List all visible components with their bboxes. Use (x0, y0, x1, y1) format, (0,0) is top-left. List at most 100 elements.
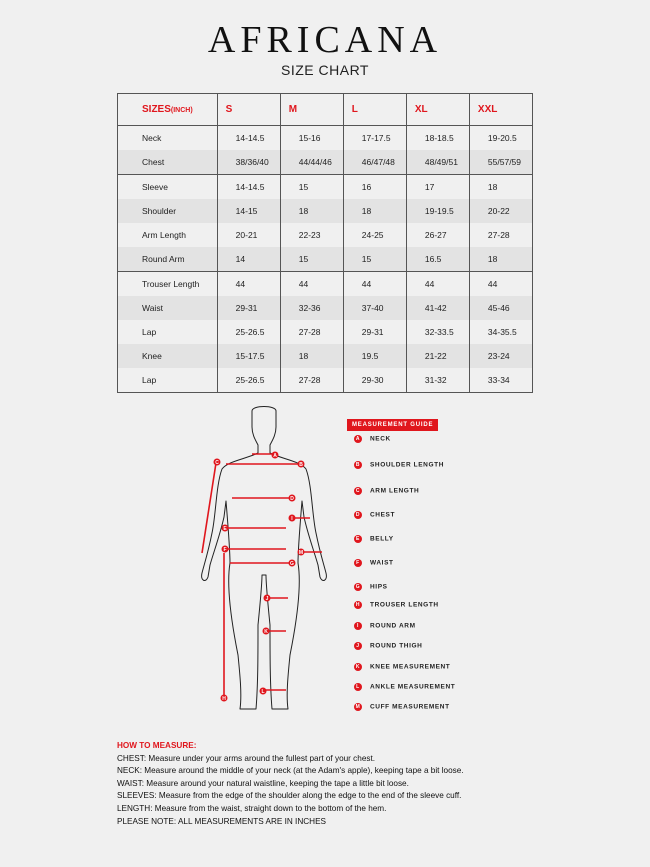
size-row: Knee 15-17.5 18 19.5 21-22 23-24 (117, 344, 534, 368)
size-value: 29-30 (342, 368, 407, 393)
size-value: 23-24 (468, 344, 534, 368)
guide-marker: A (354, 435, 362, 443)
guide-marker: H (354, 601, 362, 609)
guide-item: G HIPS (354, 583, 388, 591)
howto-line: WAIST: Measure around your natural waist… (117, 778, 409, 788)
guide-item: D CHEST (354, 511, 395, 519)
marker-letter: M (299, 550, 303, 556)
guide-item: I ROUND ARM (354, 622, 416, 630)
guide-marker: J (354, 642, 362, 650)
size-row: Trouser Length 44 44 44 44 44 (117, 271, 534, 296)
size-value: 14 (216, 247, 281, 272)
guide-label: ROUND THIGH (370, 642, 423, 650)
guide-marker: C (354, 487, 362, 495)
body-diagram: ABCDEFGHIJKLM (201, 406, 327, 710)
size-header: S (216, 93, 281, 126)
guide-item: C ARM LENGTH (354, 487, 419, 495)
brand-logo: AFRICANA (207, 19, 443, 61)
measurement-label: Chest (117, 150, 218, 175)
guide-label: KNEE MEASUREMENT (370, 663, 451, 671)
size-header: M (279, 93, 344, 126)
measure-markers: ABCDEFGHIJKLM (213, 451, 305, 702)
size-value: 55/57/59 (468, 150, 534, 175)
measurement-label: Knee (117, 344, 218, 368)
measurement-label: Arm Length (117, 223, 218, 247)
guide-item: A NECK (354, 435, 391, 443)
guide-item: M CUFF MEASUREMENT (354, 703, 450, 711)
size-value: 32-36 (279, 296, 344, 320)
marker-letter: H (222, 696, 226, 702)
size-value: 29-31 (342, 320, 407, 344)
size-row: Sleeve 14-14.5 15 16 17 18 (117, 174, 534, 199)
size-value: 24-25 (342, 223, 407, 247)
guide-item: F WAIST (354, 559, 394, 567)
size-value: 18 (468, 247, 534, 272)
marker-letter: F (223, 547, 226, 553)
size-header: XL (405, 93, 470, 126)
marker-letter: C (215, 460, 219, 466)
guide-label: TROUSER LENGTH (370, 601, 439, 609)
size-value: 32-33.5 (405, 320, 470, 344)
size-value: 25-26.5 (216, 320, 281, 344)
size-value: 17-17.5 (342, 125, 407, 150)
howto-lines: CHEST: Measure under your arms around th… (117, 753, 597, 829)
size-value: 25-26.5 (216, 368, 281, 393)
guide-label: ARM LENGTH (370, 487, 420, 495)
size-value: 18 (279, 199, 344, 223)
size-value: 18 (468, 174, 534, 199)
measurement-label: Sleeve (117, 174, 218, 199)
measurement-label: Shoulder (117, 199, 218, 223)
guide-marker: B (354, 461, 362, 469)
guide-marker: L (354, 683, 362, 691)
size-header: XXL (468, 93, 534, 126)
size-value: 16.5 (405, 247, 470, 272)
howto-line: CHEST: Measure under your arms around th… (117, 753, 376, 763)
size-value: 48/49/51 (405, 150, 470, 175)
size-value: 26-27 (405, 223, 470, 247)
measurement-label: Lap (117, 320, 218, 344)
guide-marker: D (354, 511, 362, 519)
size-value: 37-40 (342, 296, 407, 320)
size-value: 41-42 (405, 296, 470, 320)
guide-marker: K (354, 663, 362, 671)
sizes-unit: (INCH) (170, 107, 193, 114)
size-row: Chest 38/36/40 44/44/46 46/47/48 48/49/51 55/… (117, 150, 534, 175)
size-value: 44/44/46 (279, 150, 344, 175)
marker-letter: G (290, 561, 294, 567)
size-value: 44 (216, 271, 281, 296)
howto-line: SLEEVES: Measure from the edge of the sh… (117, 791, 462, 801)
guide-label: CHEST (370, 511, 396, 519)
measurement-label: Lap (117, 368, 218, 393)
size-value: 18 (279, 344, 344, 368)
marker-letter: L (261, 689, 264, 695)
size-value: 21-22 (405, 344, 470, 368)
size-table: SIZES(INCH) S M L XL XXL Neck 14-14.5 15-1… (117, 93, 534, 393)
size-row: Round Arm 14 15 15 16.5 18 (117, 247, 534, 272)
guide-label: SHOULDER LENGTH (370, 461, 444, 469)
measurement-label: Trouser Length (117, 271, 218, 296)
size-value: 20-22 (468, 199, 534, 223)
body-outline (201, 406, 327, 710)
guide-item: J ROUND THIGH (354, 642, 422, 650)
howto-line: LENGTH: Measure from the waist, straight… (117, 803, 387, 813)
measurement-label: Round Arm (117, 247, 218, 272)
size-value: 17 (405, 174, 470, 199)
size-table-body: Neck 14-14.5 15-16 17-17.5 18-18.5 19-20.5 Che… (117, 125, 534, 393)
how-to-measure: HOW TO MEASURE: CHEST: Measure under you… (117, 740, 597, 828)
size-table-header: SIZES(INCH) S M L XL XXL (117, 93, 534, 126)
size-row: Arm Length 20-21 22-23 24-25 26-27 27-28 (117, 223, 534, 247)
size-row: Lap 25-26.5 27-28 29-30 31-32 33-34 (117, 368, 534, 393)
howto-title: HOW TO MEASURE: (117, 741, 197, 750)
guide-item: K KNEE MEASUREMENT (354, 663, 450, 671)
sizes-header: SIZES(INCH) (117, 93, 218, 126)
guide-label: HIPS (370, 583, 388, 591)
size-row: Lap 25-26.5 27-28 29-31 32-33.5 34-35.5 (117, 320, 534, 344)
size-value: 44 (342, 271, 407, 296)
size-value: 27-28 (279, 320, 344, 344)
size-row: Neck 14-14.5 15-16 17-17.5 18-18.5 19-20.5 (117, 125, 534, 150)
size-value: 19-20.5 (468, 125, 534, 150)
size-value: 14-15 (216, 199, 281, 223)
size-header: L (342, 93, 407, 126)
guide-label: WAIST (370, 559, 394, 567)
measurement-label: Neck (117, 125, 218, 150)
